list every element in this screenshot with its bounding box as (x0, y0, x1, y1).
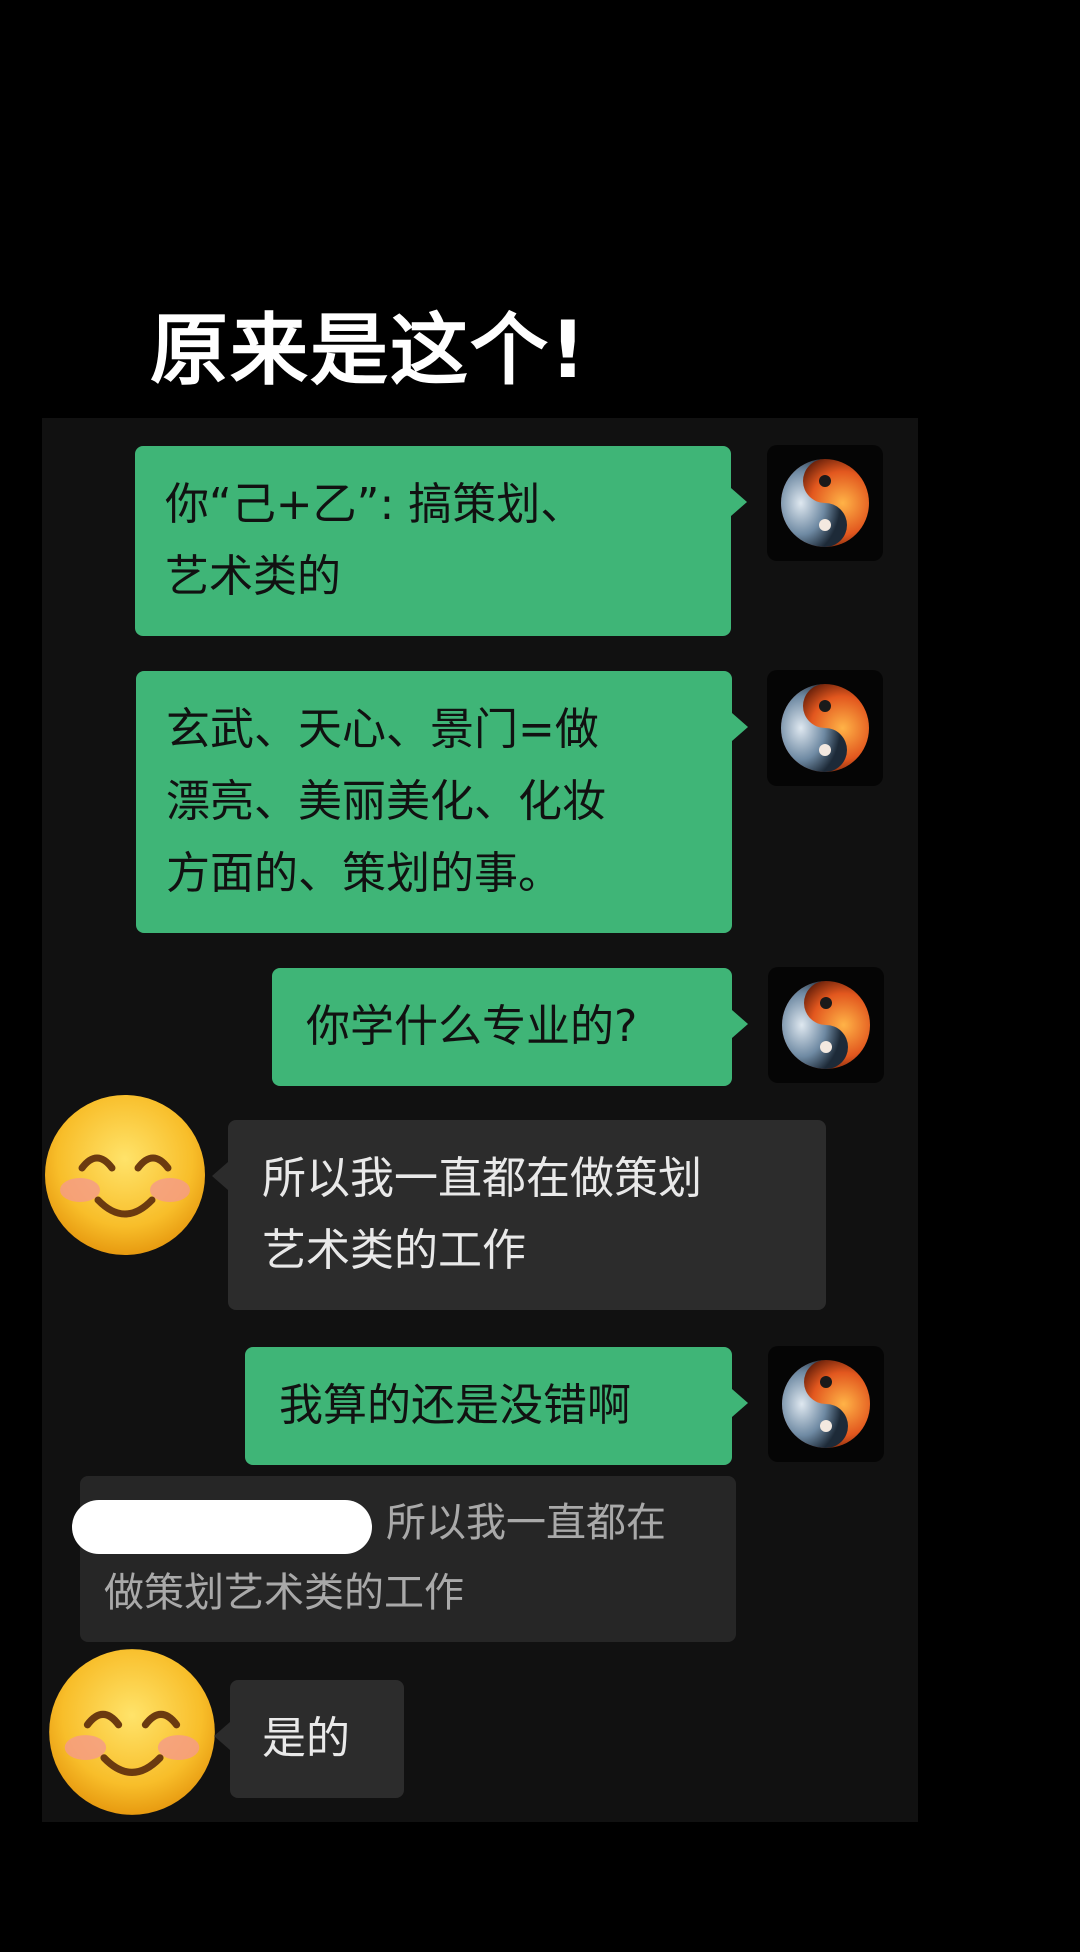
message-bubble-incoming[interactable]: 是的 (214, 1680, 404, 1798)
yin-yang-icon[interactable] (768, 1346, 884, 1462)
page-title: 原来是这个! (150, 306, 588, 396)
message-text: 你学什么专业的? (306, 1001, 638, 1052)
message-text: 我算的还是没错啊 (279, 1380, 631, 1431)
message-text: 是的 (262, 1713, 350, 1764)
smiling-face-emoji-icon[interactable] (44, 1644, 215, 1815)
yin-yang-icon[interactable] (767, 445, 883, 561)
message-text: 你“己+乙”: 搞策划、 艺术类的 (165, 479, 585, 602)
message-bubble-outgoing[interactable]: 你学什么专业的? (272, 968, 748, 1086)
quoted-message[interactable]: 所以我一直都在 做策划艺术类的工作 (72, 1476, 736, 1642)
message-text: 所以我一直都在做策划 艺术类的工作 (262, 1153, 702, 1276)
message-bubble-outgoing[interactable]: 我算的还是没错啊 (245, 1347, 748, 1465)
message-bubble-incoming[interactable]: 所以我一直都在做策划 艺术类的工作 (212, 1120, 826, 1310)
message-bubble-outgoing[interactable]: 玄武、天心、景门=做 漂亮、美丽美化、化妆 方面的、策划的事。 (136, 671, 748, 933)
yin-yang-icon[interactable] (768, 967, 884, 1083)
chat-panel[interactable]: 你“己+乙”: 搞策划、 艺术类的 玄武、天心、景门=做 漂亮、美丽美化、化妆 … (42, 418, 918, 1822)
redacted-name (72, 1500, 372, 1554)
yin-yang-icon[interactable] (767, 670, 883, 786)
smiling-face-emoji-icon[interactable] (40, 1090, 210, 1260)
message-text: 玄武、天心、景门=做 漂亮、美丽美化、化妆 方面的、策划的事。 (166, 704, 606, 899)
message-bubble-outgoing[interactable]: 你“己+乙”: 搞策划、 艺术类的 (135, 446, 747, 636)
